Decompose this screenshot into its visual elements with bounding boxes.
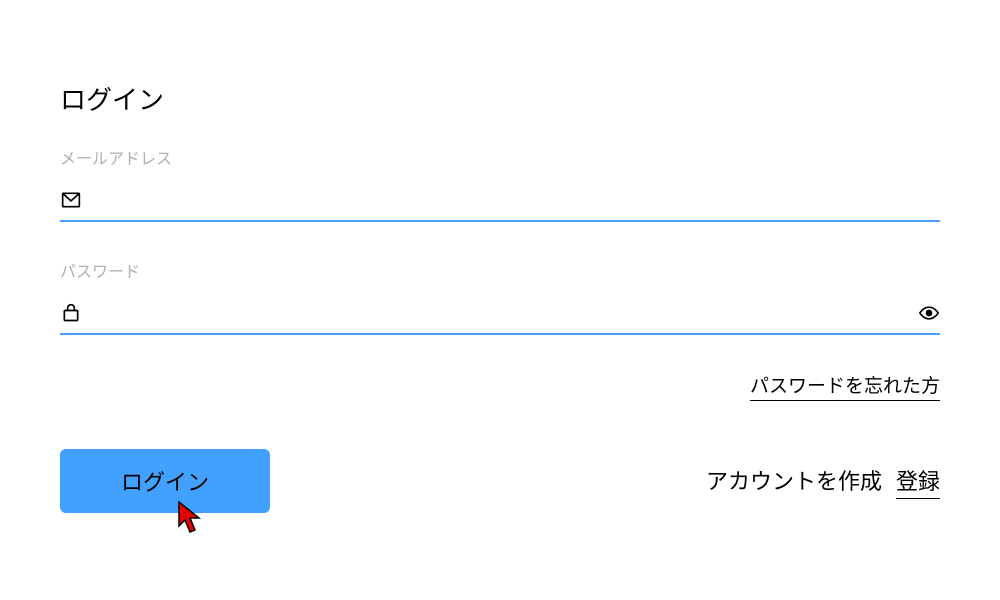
- lock-icon: [60, 302, 82, 324]
- login-button[interactable]: ログイン: [60, 449, 270, 513]
- create-account-group: アカウントを作成 登録: [706, 464, 940, 499]
- email-field-group: メールアドレス: [60, 145, 940, 222]
- register-link[interactable]: 登録: [896, 464, 940, 499]
- password-label: パスワード: [60, 258, 940, 282]
- mail-icon: [60, 189, 82, 211]
- forgot-password-row: パスワードを忘れた方: [60, 371, 940, 401]
- email-input[interactable]: [90, 185, 940, 214]
- password-input-row: [60, 298, 940, 335]
- forgot-password-link[interactable]: パスワードを忘れた方: [750, 371, 940, 401]
- bottom-action-row: ログイン アカウントを作成 登録: [60, 449, 940, 513]
- email-input-row: [60, 185, 940, 222]
- page-title: ログイン: [60, 80, 940, 117]
- password-input[interactable]: [90, 298, 910, 327]
- password-field-group: パスワード: [60, 258, 940, 335]
- create-account-text: アカウントを作成: [706, 464, 882, 496]
- email-label: メールアドレス: [60, 145, 940, 169]
- eye-icon[interactable]: [918, 302, 940, 324]
